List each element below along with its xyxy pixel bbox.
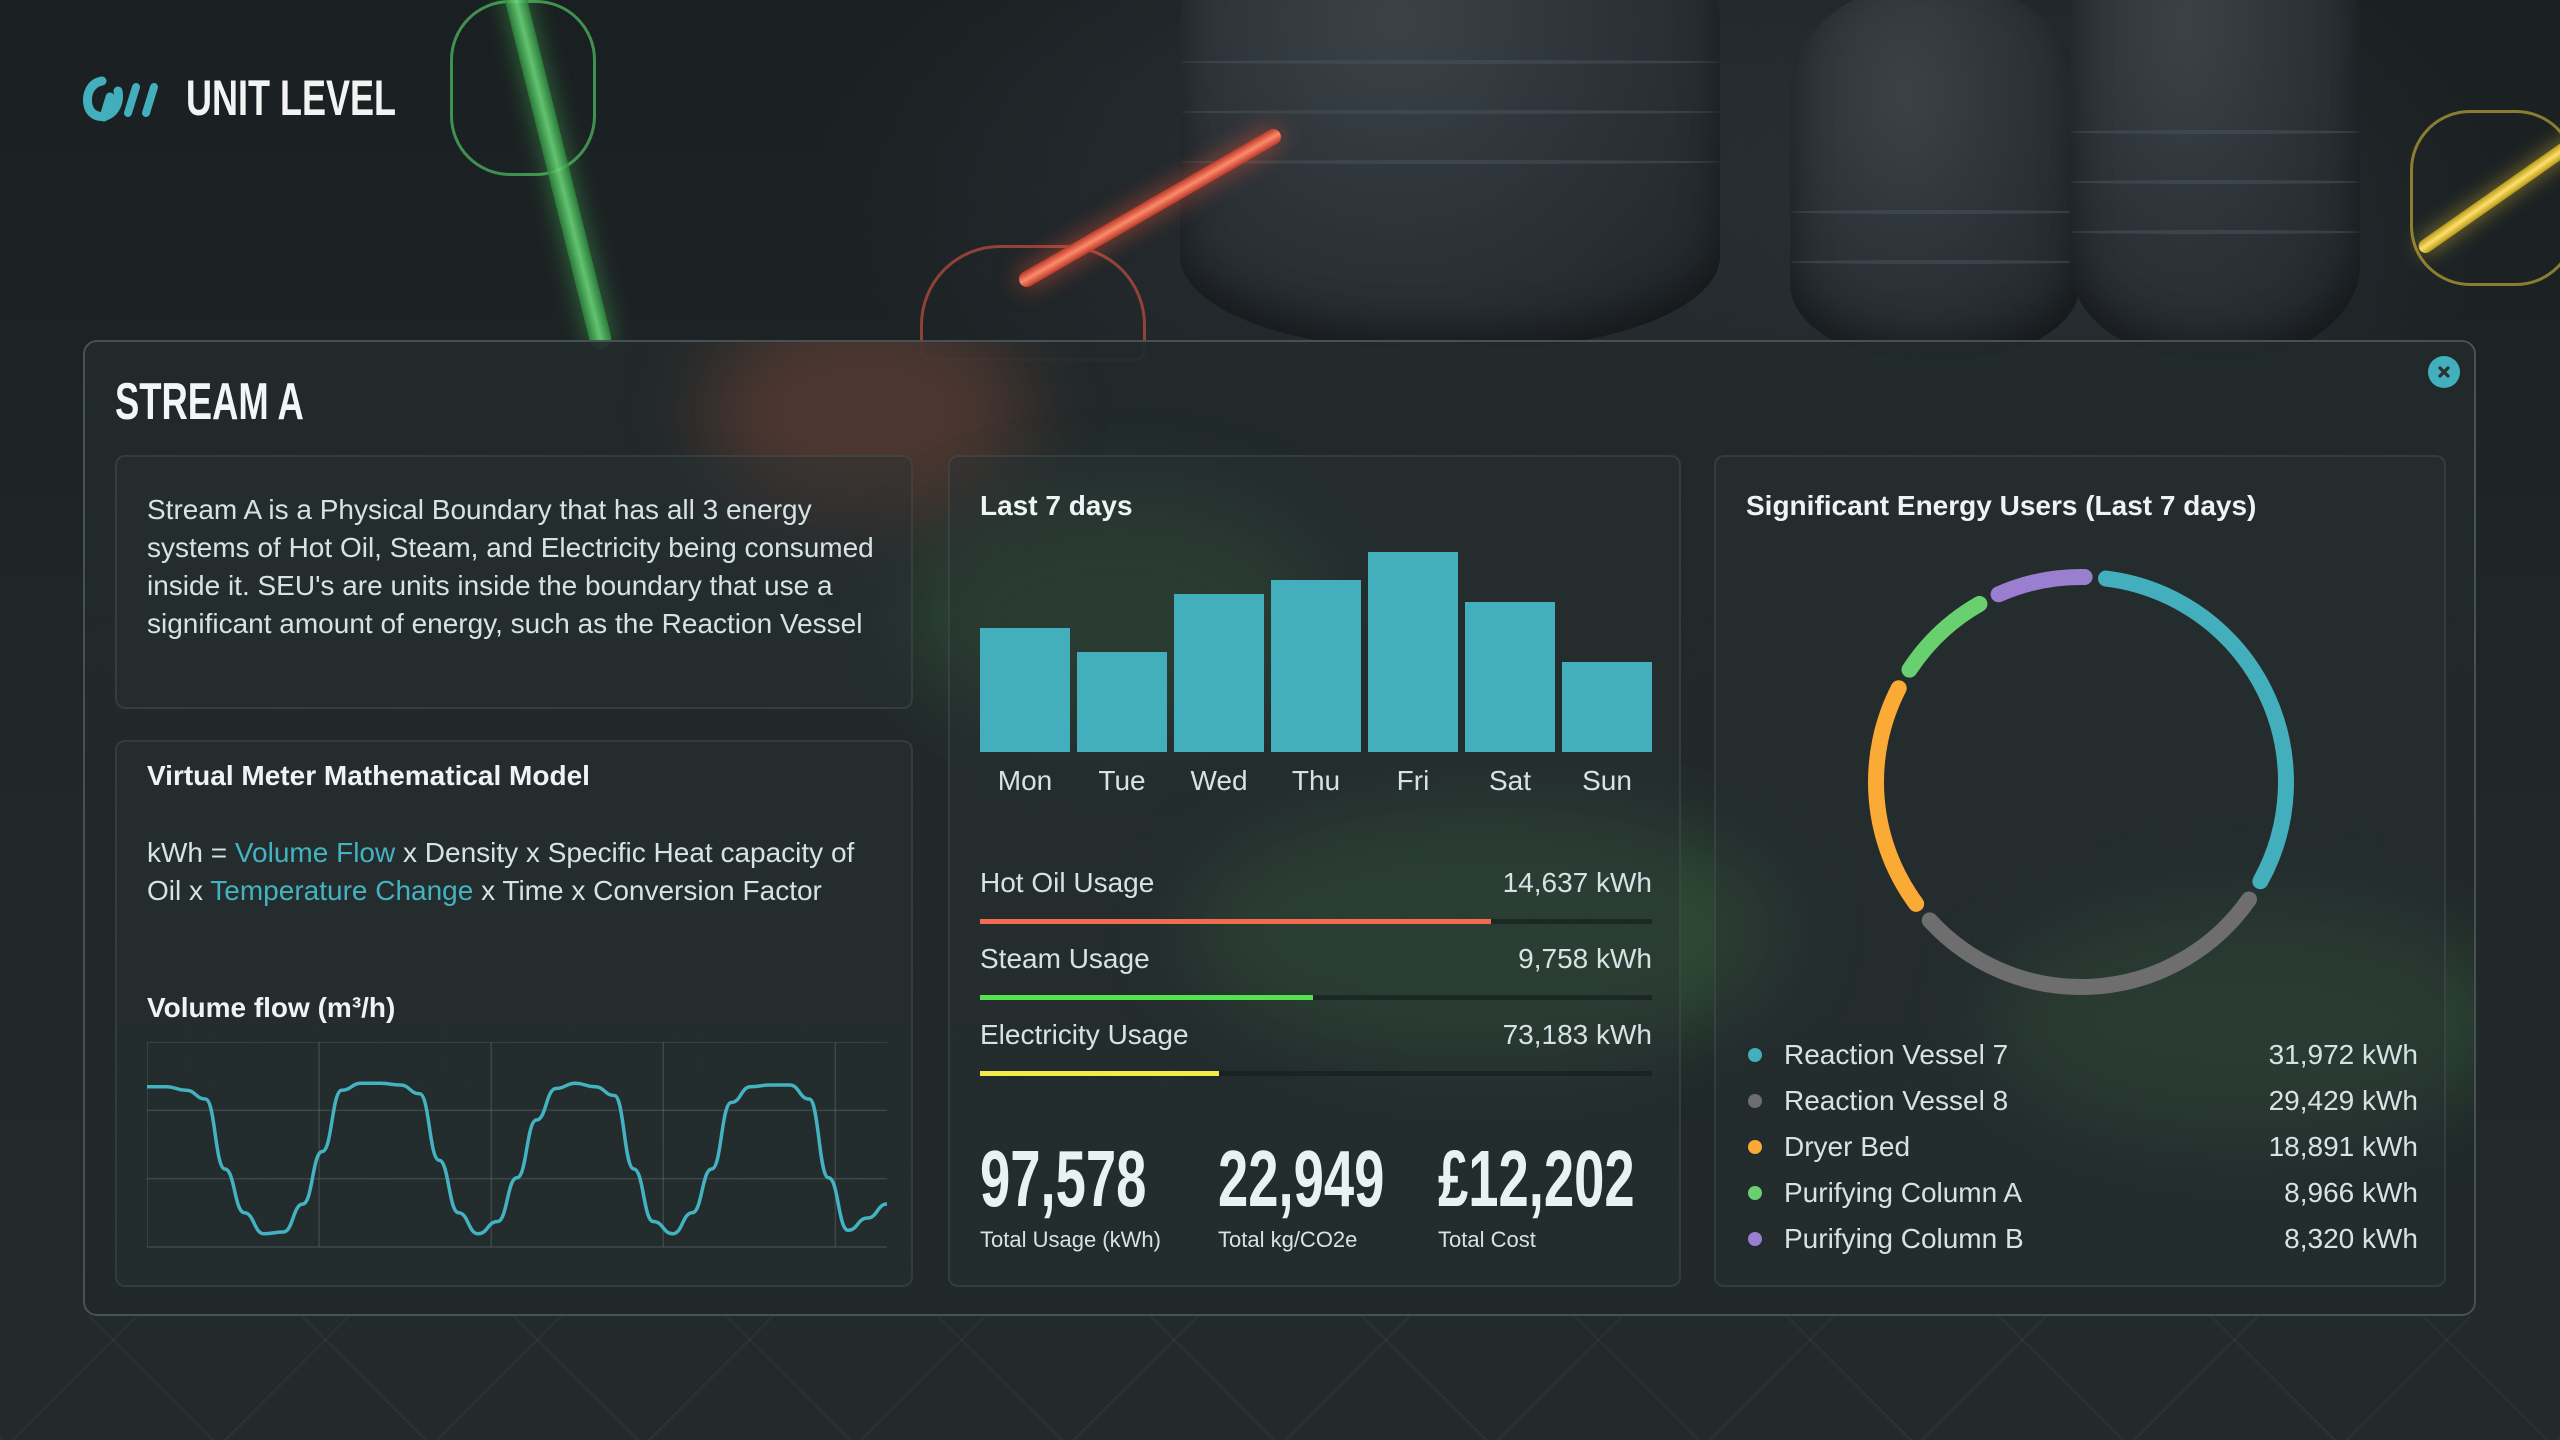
usage-bar-fill [980, 1071, 1219, 1076]
total-usage-value: 97,578 [980, 1134, 1147, 1223]
bar-label: Sat [1489, 765, 1531, 796]
bar-label: Thu [1292, 765, 1340, 796]
bar-label: Tue [1098, 765, 1145, 796]
donut-slice-reaction-vessel-7 [2097, 570, 2294, 890]
reactor-tank-2 [1790, 0, 2080, 360]
usage-row-electricity: Electricity Usage 73,183 kWh [980, 1019, 1652, 1095]
bar-wed [1174, 594, 1264, 752]
total-usage: 97,578 Total Usage (kWh) [980, 1137, 1218, 1253]
panel-title: STREAM A [115, 373, 304, 431]
description-card: Stream A is a Physical Boundary that has… [115, 455, 913, 709]
legend-dot-icon [1748, 1232, 1762, 1246]
total-cost-label: Total Cost [1438, 1227, 1536, 1252]
volume-flow-line [147, 1081, 887, 1236]
reactor-tank-1 [1180, 0, 1720, 350]
flow-chart-title: Volume flow (m³/h) [147, 992, 396, 1023]
seu-title: Significant Energy Users (Last 7 days) [1746, 490, 2257, 521]
legend-value: 18,891 kWh [2268, 1131, 2418, 1162]
legend-label: Dryer Bed [1784, 1131, 1911, 1162]
total-cost: £12,202 Total Cost [1438, 1137, 1658, 1253]
bar-sun [1562, 662, 1652, 752]
legend-value: 8,966 kWh [2284, 1177, 2418, 1208]
legend-label: Purifying Column B [1784, 1223, 2024, 1254]
total-co2: 22,949 Total kg/CO2e [1218, 1137, 1438, 1253]
description-text: Stream A is a Physical Boundary that has… [147, 494, 874, 639]
usage-value: 73,183 kWh [1502, 1019, 1652, 1050]
formula-text: kWh = Volume Flow x Density x Specific H… [147, 834, 881, 910]
bar-label: Fri [1397, 765, 1430, 796]
usage-value: 9,758 kWh [1518, 943, 1652, 974]
legend-value: 29,429 kWh [2268, 1085, 2418, 1116]
legend-value: 8,320 kWh [2284, 1223, 2418, 1254]
usage-label: Electricity Usage [980, 1019, 1189, 1050]
legend-label: Purifying Column A [1784, 1177, 2023, 1208]
total-usage-label: Total Usage (kWh) [980, 1227, 1161, 1252]
legend-dot-icon [1748, 1094, 1762, 1108]
reactor-tank-3 [2070, 0, 2360, 360]
formula-term-volume-flow: Volume Flow [234, 837, 396, 868]
legend-item: Purifying Column B 8,320 kWh [1746, 1216, 2418, 1262]
volume-flow-chart [147, 1042, 887, 1248]
bar-mon [980, 628, 1070, 752]
usage-bar-track [980, 1071, 1652, 1076]
weekly-bar-chart: Mon Tue Wed Thu Fri Sat Sun [980, 552, 1652, 796]
total-co2-label: Total kg/CO2e [1218, 1227, 1358, 1252]
bar-tue [1077, 652, 1167, 752]
stream-panel: STREAM A Stream A is a Physical Boundary… [83, 340, 2476, 1316]
legend-item: Purifying Column A 8,966 kWh [1746, 1170, 2418, 1216]
usage-row-hot-oil: Hot Oil Usage 14,637 kWh [980, 867, 1652, 943]
usage-bar-fill [980, 995, 1313, 1000]
formula-term-temperature-change: Temperature Change [210, 875, 474, 906]
legend-value: 31,972 kWh [2268, 1039, 2418, 1070]
totals: 97,578 Total Usage (kWh) 22,949 Total kg… [980, 1137, 1660, 1253]
formula-suffix: x Time x Conversion Factor [473, 875, 822, 906]
week-title: Last 7 days [980, 490, 1133, 521]
legend-label: Reaction Vessel 7 [1784, 1039, 2009, 1070]
legend-item: Dryer Bed 18,891 kWh [1746, 1124, 2418, 1170]
donut-slice-purifying-column-a [1901, 595, 1988, 678]
legend-dot-icon [1748, 1140, 1762, 1154]
donut-slice-purifying-column-b [1990, 569, 2093, 603]
usage-bar-fill [980, 919, 1491, 924]
bar-label: Wed [1190, 765, 1247, 796]
usage-row-steam: Steam Usage 9,758 kWh [980, 943, 1652, 1019]
donut-slice-reaction-vessel-8 [1921, 891, 2258, 995]
usage-value: 14,637 kWh [1502, 867, 1652, 898]
app-header: UNIT LEVEL [82, 72, 478, 124]
legend-item: Reaction Vessel 8 29,429 kWh [1746, 1078, 2418, 1124]
usage-label: Hot Oil Usage [980, 867, 1155, 898]
formula-prefix: kWh = [147, 837, 235, 868]
bar-sat [1465, 602, 1555, 752]
legend-label: Reaction Vessel 8 [1784, 1085, 2009, 1116]
model-title: Virtual Meter Mathematical Model [147, 760, 590, 791]
model-card: Virtual Meter Mathematical Model kWh = V… [115, 740, 913, 1287]
usage-list: Hot Oil Usage 14,637 kWh Steam Usage 9,7… [980, 867, 1652, 1095]
close-icon [2438, 366, 2450, 378]
seu-legend: Reaction Vessel 7 31,972 kWh Reaction Ve… [1746, 1032, 2418, 1262]
last-7-days-card: Last 7 days Mon Tue Wed Thu Fri Sat Sun Hot Oi… [948, 455, 1681, 1287]
seu-donut-chart [1868, 569, 2294, 995]
close-button[interactable] [2428, 356, 2460, 388]
bar-fri [1368, 552, 1458, 752]
total-cost-value: £12,202 [1438, 1134, 1635, 1223]
total-co2-value: 22,949 [1218, 1134, 1385, 1223]
bar-label: Sun [1582, 765, 1632, 796]
legend-dot-icon [1748, 1048, 1762, 1062]
legend-dot-icon [1748, 1186, 1762, 1200]
donut-slice-dryer-bed [1868, 680, 1925, 912]
brand-logo-icon [83, 76, 158, 122]
bar-label: Mon [998, 765, 1052, 796]
brand-title: UNIT LEVEL [186, 70, 397, 126]
legend-item: Reaction Vessel 7 31,972 kWh [1746, 1032, 2418, 1078]
usage-label: Steam Usage [980, 943, 1150, 974]
usage-bar-track [980, 919, 1652, 924]
floor-grid [0, 1316, 2560, 1440]
bar-thu [1271, 580, 1361, 752]
seu-card: Significant Energy Users (Last 7 days) R… [1714, 455, 2446, 1287]
usage-bar-track [980, 995, 1652, 1000]
